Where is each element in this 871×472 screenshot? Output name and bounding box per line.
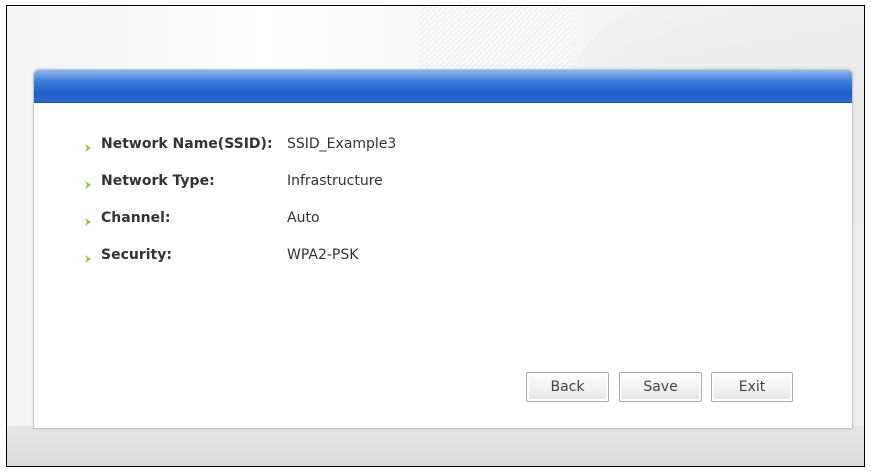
network-type-value: Infrastructure	[287, 173, 383, 189]
panel-header-bar	[34, 70, 852, 103]
save-button[interactable]: Save	[619, 372, 702, 402]
network-type-label: Network Type:	[101, 173, 215, 189]
background-bottom-band	[7, 426, 864, 466]
green-arrow-bullet-icon	[84, 214, 92, 226]
green-arrow-bullet-icon	[84, 140, 92, 152]
security-label: Security:	[101, 247, 172, 263]
summary-panel: Network Name(SSID): SSID_Example3 Networ…	[33, 69, 853, 429]
wizard-frame: Network Name(SSID): SSID_Example3 Networ…	[6, 5, 865, 467]
ssid-value: SSID_Example3	[287, 136, 397, 152]
summary-row-security: Security: WPA2-PSK	[84, 245, 358, 265]
green-arrow-bullet-icon	[84, 251, 92, 263]
summary-row-ssid: Network Name(SSID): SSID_Example3	[84, 134, 396, 154]
summary-row-network-type: Network Type: Infrastructure	[84, 171, 383, 191]
security-value: WPA2-PSK	[287, 247, 359, 263]
channel-label: Channel:	[101, 210, 171, 226]
channel-value: Auto	[287, 210, 320, 226]
summary-row-channel: Channel: Auto	[84, 208, 320, 228]
green-arrow-bullet-icon	[84, 177, 92, 189]
back-button[interactable]: Back	[526, 372, 609, 402]
exit-button[interactable]: Exit	[711, 372, 793, 402]
ssid-label: Network Name(SSID):	[101, 136, 273, 152]
